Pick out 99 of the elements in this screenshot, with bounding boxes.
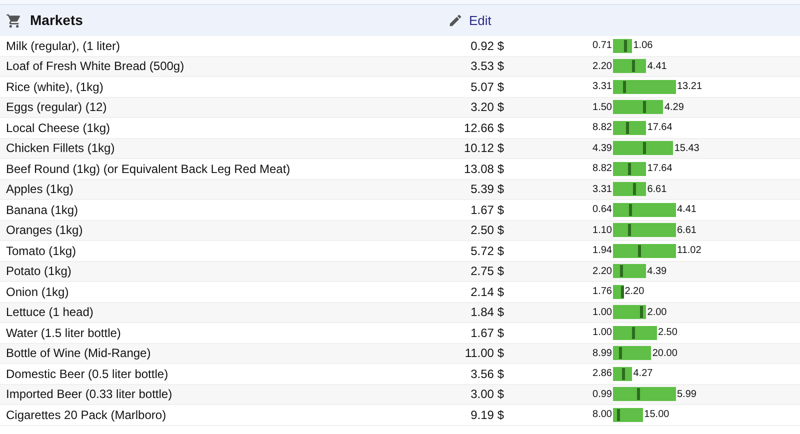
average-marker bbox=[629, 204, 632, 216]
item-price: 5.39 $ bbox=[470, 181, 504, 198]
range-min: 1.10 bbox=[592, 224, 612, 238]
item-name: Lettuce (1 head) bbox=[5, 304, 94, 322]
range-min: 0.64 bbox=[592, 203, 612, 218]
range-max: 6.61 bbox=[647, 182, 667, 197]
item-name: Banana (1kg) bbox=[5, 202, 80, 219]
item-price: 1.84 $ bbox=[470, 304, 504, 322]
section-title: Markets bbox=[30, 11, 84, 30]
item-name: Tomato (1kg) bbox=[5, 242, 78, 260]
range-min: 1.00 bbox=[592, 326, 612, 340]
average-marker bbox=[632, 326, 635, 339]
item-price: 5.07 $ bbox=[470, 78, 504, 96]
range-min: 0.99 bbox=[592, 388, 612, 402]
range-min: 4.39 bbox=[592, 142, 612, 156]
range-max: 1.06 bbox=[633, 39, 653, 54]
item-price: 1.67 $ bbox=[470, 202, 504, 219]
average-marker bbox=[626, 122, 630, 134]
range-max: 2.20 bbox=[624, 285, 644, 300]
range-max: 13.21 bbox=[677, 80, 702, 94]
range-min: 2.86 bbox=[592, 367, 612, 382]
range-min: 8.99 bbox=[592, 346, 612, 361]
average-marker bbox=[628, 162, 632, 175]
range-max: 17.64 bbox=[647, 162, 672, 176]
item-price: 12.66 $ bbox=[462, 120, 504, 137]
range-min: 3.31 bbox=[592, 182, 612, 197]
range-max: 4.27 bbox=[633, 367, 653, 382]
item-price: 11.00 $ bbox=[464, 345, 504, 362]
average-marker bbox=[622, 368, 625, 380]
item-name: Beef Round (1kg) (or Equivalent Back Leg Red Meat) bbox=[5, 160, 292, 178]
range-min: 2.20 bbox=[592, 60, 612, 74]
item-price: 2.14 $ bbox=[470, 284, 504, 301]
range-min: 1.76 bbox=[592, 285, 612, 300]
range-max: 6.61 bbox=[677, 224, 696, 238]
average-marker bbox=[619, 347, 622, 360]
item-name: Cigarettes 20 Pack (Marlboro) bbox=[5, 406, 168, 424]
item-name: Eggs (regular) (12) bbox=[5, 99, 108, 116]
item-name: Chicken Fillets (1kg) bbox=[5, 140, 116, 158]
item-price: 13.08 $ bbox=[462, 160, 504, 178]
item-name: Milk (regular), (1 liter) bbox=[5, 38, 122, 55]
item-price: 2.75 $ bbox=[470, 263, 504, 280]
range-max: 15.00 bbox=[644, 408, 670, 422]
item-price: 3.56 $ bbox=[470, 366, 504, 383]
item-name: Onion (1kg) bbox=[5, 284, 70, 301]
range-max: 11.02 bbox=[677, 244, 702, 258]
average-marker bbox=[632, 60, 636, 72]
item-name: Loaf of Fresh White Bread (500g) bbox=[5, 58, 186, 76]
range-max: 2.00 bbox=[647, 306, 667, 320]
item-price: 2.50 $ bbox=[470, 222, 504, 240]
average-marker bbox=[638, 244, 642, 257]
item-price: 0.92 $ bbox=[470, 38, 504, 55]
item-name: Oranges (1kg) bbox=[5, 222, 84, 240]
average-marker bbox=[628, 224, 631, 236]
range-min: 8.00 bbox=[592, 408, 612, 422]
average-marker bbox=[640, 306, 643, 318]
range-max: 4.41 bbox=[647, 60, 667, 74]
item-price: 10.12 $ bbox=[462, 140, 504, 158]
range-min: 2.20 bbox=[592, 264, 612, 279]
item-name: Domestic Beer (0.5 liter bottle) bbox=[5, 366, 170, 383]
range-max: 4.29 bbox=[664, 100, 684, 115]
edit-link[interactable]: Edit bbox=[448, 10, 492, 30]
range-min: 1.94 bbox=[592, 244, 612, 258]
item-name: Local Cheese (1kg) bbox=[5, 120, 112, 137]
pencil-icon bbox=[448, 13, 463, 28]
average-marker bbox=[642, 101, 646, 114]
range-max: 4.41 bbox=[677, 203, 696, 218]
item-price: 9.19 $ bbox=[470, 406, 504, 424]
average-marker bbox=[617, 408, 620, 421]
range-max: 15.43 bbox=[674, 142, 700, 156]
item-name: Imported Beer (0.33 liter bottle) bbox=[5, 386, 174, 404]
range-max: 4.39 bbox=[647, 264, 667, 279]
item-price: 3.20 $ bbox=[470, 99, 504, 116]
range-max: 5.99 bbox=[677, 388, 696, 402]
range-max: 17.64 bbox=[647, 121, 672, 136]
average-marker bbox=[620, 265, 624, 278]
item-name: Bottle of Wine (Mid-Range) bbox=[5, 345, 152, 362]
item-price: 1.67 $ bbox=[470, 324, 504, 342]
average-marker bbox=[621, 286, 624, 298]
average-marker bbox=[637, 388, 640, 400]
average-marker bbox=[623, 80, 626, 93]
range-min: 3.31 bbox=[592, 80, 612, 94]
average-marker bbox=[632, 183, 636, 196]
range-min: 1.50 bbox=[592, 100, 612, 115]
range-min: 8.82 bbox=[592, 121, 612, 136]
item-price: 3.53 $ bbox=[470, 58, 504, 76]
range-max: 2.50 bbox=[658, 326, 678, 340]
average-marker bbox=[624, 40, 627, 52]
range-max: 20.00 bbox=[652, 346, 678, 361]
range-min: 8.82 bbox=[592, 162, 612, 176]
item-name: Rice (white), (1kg) bbox=[5, 78, 104, 96]
item-price: 5.72 $ bbox=[470, 242, 504, 260]
range-min: 0.71 bbox=[592, 39, 612, 54]
item-price: 3.00 $ bbox=[470, 386, 504, 404]
average-marker bbox=[643, 142, 646, 154]
cart-icon bbox=[6, 12, 22, 28]
item-name: Water (1.5 liter bottle) bbox=[5, 324, 122, 342]
item-name: Apples (1kg) bbox=[5, 181, 74, 198]
range-min: 1.00 bbox=[592, 306, 612, 320]
item-name: Potato (1kg) bbox=[5, 263, 72, 280]
